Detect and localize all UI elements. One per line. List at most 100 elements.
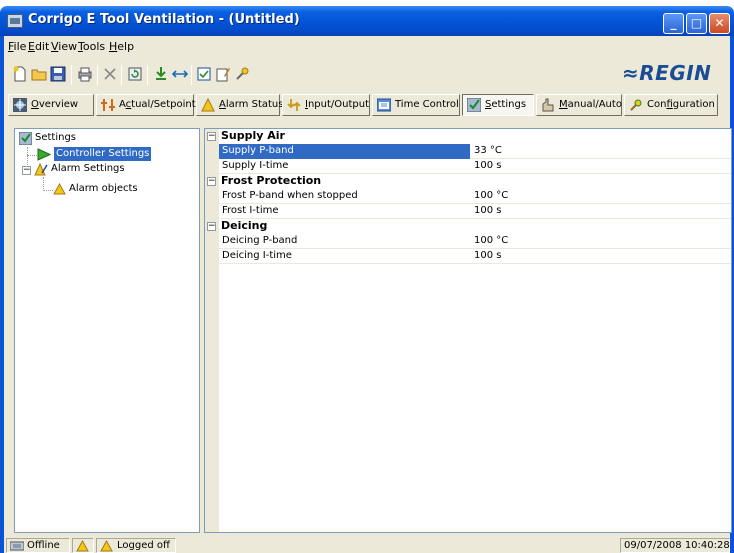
play-arrow-icon — [37, 148, 51, 161]
regin-logo: ≈REGIN — [622, 61, 712, 85]
clock-icon — [377, 98, 391, 112]
category-frost-protection[interactable]: Frost Protection — [219, 174, 731, 189]
toolbar-separator — [97, 65, 98, 85]
status-bar: Offline Logged off 09/07/2008 10:40:28 — [0, 537, 734, 553]
menu-tools-label: ools — [82, 40, 106, 53]
settings-icon — [467, 98, 481, 112]
toolbar-separator — [71, 65, 72, 85]
save-icon[interactable] — [50, 66, 66, 82]
menu-file[interactable]: File — [8, 40, 26, 53]
collapse-supply-air-toggle[interactable]: − — [207, 132, 216, 141]
configuration-icon — [630, 99, 642, 111]
print-icon[interactable] — [77, 66, 93, 82]
tree-collapse-toggle[interactable]: − — [22, 166, 31, 175]
property-row[interactable]: Supply P-band 33 °C — [219, 144, 731, 159]
tab-alarm-status[interactable]: Alarm Status — [196, 94, 283, 116]
tab-time-control-label: Time Control — [395, 99, 459, 110]
toolbar-separator — [147, 65, 148, 85]
tab-overview-mnemonic: O — [31, 99, 39, 110]
tab-actual-setpoint-prefix: A — [119, 99, 126, 110]
title-bar[interactable]: Corrigo E Tool Ventilation - (Untitled) … — [0, 6, 734, 36]
window-title: Corrigo E Tool Ventilation - (Untitled) — [28, 12, 300, 27]
property-value[interactable]: 100 s — [474, 249, 501, 263]
tab-configuration[interactable]: Configuration — [624, 94, 718, 116]
property-row[interactable]: Supply I-time 100 s — [219, 159, 731, 174]
transfer-icon[interactable] — [172, 66, 188, 82]
collapse-frost-protection-toggle[interactable]: − — [207, 177, 216, 186]
status-connection-label: Offline — [27, 540, 60, 551]
property-row[interactable]: Frost I-time 100 s — [219, 204, 731, 219]
tab-settings-label: ettings — [491, 99, 527, 110]
tree-connector — [43, 177, 44, 191]
menu-edit[interactable]: Edit — [28, 40, 49, 53]
status-datetime: 09/07/2008 10:40:28 — [620, 538, 730, 553]
tree-item-controller-settings-label: Controller Settings — [54, 147, 152, 161]
status-login-label: Logged off — [117, 540, 170, 551]
tab-input-output-label: nput/Output — [307, 99, 370, 110]
io-icon — [287, 99, 301, 111]
offline-icon — [10, 541, 24, 551]
property-grid[interactable]: − Supply Air Supply P-band 33 °C Supply … — [204, 128, 732, 533]
tab-alarm-status-mnemonic: A — [219, 99, 226, 110]
menu-help[interactable]: Help — [109, 40, 134, 53]
property-value[interactable]: 100 s — [474, 204, 501, 218]
status-alarm — [72, 538, 94, 553]
alarm-icon — [76, 540, 89, 552]
property-row[interactable]: Deicing P-band 100 °C — [219, 234, 731, 249]
download-icon[interactable] — [153, 66, 169, 82]
menu-help-label: elp — [117, 40, 135, 53]
refresh-icon[interactable] — [127, 66, 143, 82]
tools-icon[interactable] — [234, 66, 250, 82]
category-deicing[interactable]: Deicing — [219, 219, 731, 234]
category-label: Deicing — [221, 219, 268, 232]
checklist-icon[interactable] — [196, 66, 212, 82]
category-supply-air[interactable]: Supply Air — [219, 129, 731, 144]
delete-icon[interactable] — [102, 66, 118, 82]
tab-manual-auto[interactable]: Manual/Auto — [536, 94, 622, 116]
tab-actual-setpoint-label: tual/Setpoint — [131, 99, 196, 110]
menu-tools[interactable]: Tools — [78, 40, 105, 53]
property-value[interactable]: 100 s — [474, 159, 501, 173]
menu-edit-mnemonic: E — [28, 40, 35, 53]
tab-time-control[interactable]: Time Control — [372, 94, 460, 116]
edit-document-icon[interactable] — [215, 66, 231, 82]
tab-actual-setpoint[interactable]: Actual/Setpoint — [96, 94, 196, 116]
settings-tree[interactable]: Settings Controller Settings − Alarm Set… — [14, 128, 200, 533]
alarm-settings-icon — [34, 163, 48, 176]
toolbar-separator — [121, 65, 122, 85]
overview-icon — [13, 98, 27, 112]
tree-connector — [27, 155, 37, 156]
client-area: Settings Controller Settings − Alarm Set… — [0, 118, 734, 537]
property-value[interactable]: 33 °C — [474, 144, 502, 158]
menu-edit-label: dit — [34, 40, 50, 53]
open-folder-icon[interactable] — [31, 66, 47, 82]
property-row[interactable]: Frost P-band when stopped 100 °C — [219, 189, 731, 204]
toolbar: ≈REGIN — [0, 58, 734, 90]
menu-file-label: ile — [13, 40, 27, 53]
property-name: Supply P-band — [222, 145, 294, 156]
maximize-button[interactable]: □ — [686, 13, 707, 34]
tree-item-alarm-objects-label: Alarm objects — [69, 183, 138, 194]
property-name: Frost P-band when stopped — [222, 190, 358, 201]
tree-item-settings-label: Settings — [35, 132, 77, 143]
toolbar-separator — [191, 65, 192, 85]
close-button[interactable]: ✕ — [709, 13, 730, 34]
app-icon[interactable] — [7, 14, 23, 28]
tab-configuration-prefix: Con — [647, 99, 667, 110]
tab-manual-auto-label: anual/Auto — [567, 99, 622, 110]
property-row[interactable]: Deicing I-time 100 s — [219, 249, 731, 264]
menu-view[interactable]: View — [51, 40, 77, 53]
property-value[interactable]: 100 °C — [474, 189, 508, 203]
setpoint-icon — [101, 99, 115, 111]
menu-bar: File Edit View Tools Help — [0, 36, 734, 58]
new-file-icon[interactable] — [12, 66, 28, 82]
manual-icon — [542, 98, 554, 112]
tree-item-alarm-settings-label: Alarm Settings — [51, 163, 125, 174]
collapse-deicing-toggle[interactable]: − — [207, 222, 216, 231]
tab-input-output[interactable]: Input/Output — [282, 94, 370, 116]
minimize-button[interactable]: _ — [663, 13, 684, 34]
property-value[interactable]: 100 °C — [474, 234, 508, 248]
tab-overview[interactable]: Overview — [8, 94, 94, 116]
tab-settings[interactable]: Settings — [462, 94, 534, 116]
tab-overview-label: verview — [38, 99, 79, 110]
